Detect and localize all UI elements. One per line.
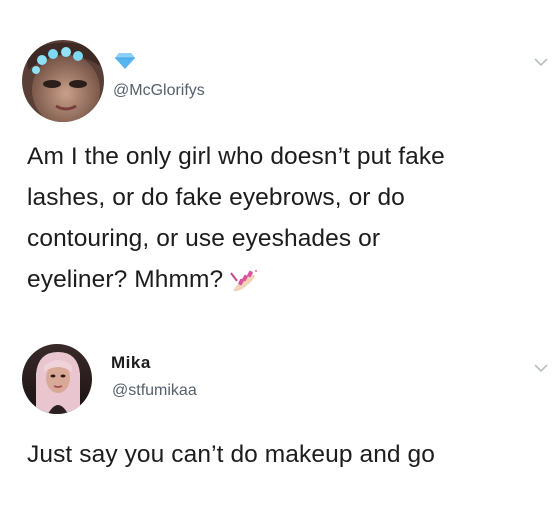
tweet-body: Just say you can’t do makeup and go <box>27 434 537 475</box>
tweet-text-line: Am I the only girl who doesn’t put fake <box>27 143 445 170</box>
tweet-mika: Mika @stfumikaa Just say you can’t do ma… <box>0 330 560 513</box>
nail-polish-emoji-icon <box>230 269 258 291</box>
tweet-text-line-last: eyeliner? Mhmm? <box>27 259 537 300</box>
display-name[interactable]: Mika <box>111 353 151 373</box>
tweet-mcglorifys: @McGlorifys Am I the only girl who doesn… <box>0 0 560 330</box>
avatar[interactable] <box>22 40 104 122</box>
user-handle[interactable]: @McGlorifys <box>113 82 205 100</box>
tweet-text-fragment: eyeliner? Mhmm? <box>27 266 224 293</box>
chevron-down-icon[interactable] <box>534 58 548 67</box>
avatar[interactable] <box>22 344 92 414</box>
tweet-text-line: lashes, or do fake eyebrows, or do <box>27 184 405 211</box>
user-handle[interactable]: @stfumikaa <box>112 382 197 400</box>
blue-diamond-icon <box>115 53 135 69</box>
tweet-text-line: Just say you can’t do makeup and go <box>27 441 436 468</box>
tweet-text-line: contouring, or use eyeshades or <box>27 225 381 252</box>
chevron-down-icon[interactable] <box>534 364 548 373</box>
tweet-body: Am I the only girl who doesn’t put fake … <box>27 136 537 300</box>
